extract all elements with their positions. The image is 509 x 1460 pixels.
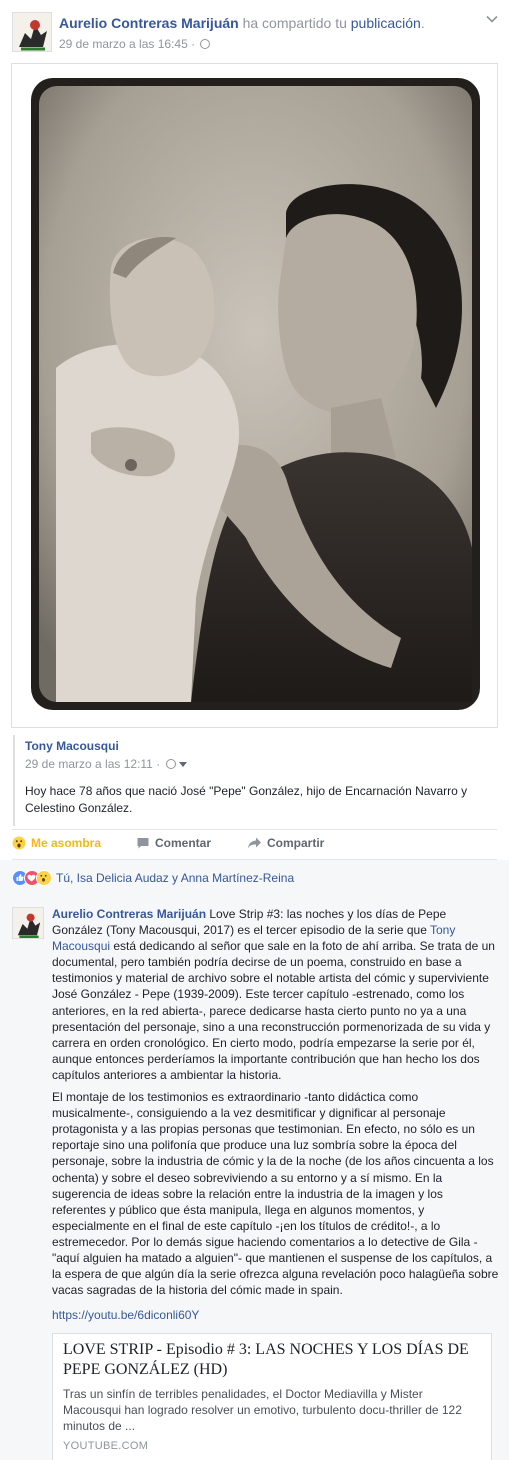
comment-paragraph: El montaje de los testimonios es extraor… — [52, 1090, 499, 1298]
link-preview-card[interactable]: LOVE STRIP - Episodio # 3: LAS NOCHES Y … — [52, 1333, 492, 1460]
original-post-meta: 29 de marzo a las 12:11 · — [25, 757, 187, 771]
link-card-description: Tras un sinfín de terribles penalidades,… — [63, 1387, 462, 1433]
link-card-title[interactable]: LOVE STRIP - Episodio # 3: LAS NOCHES Y … — [63, 1340, 483, 1380]
share-label: Compartir — [267, 836, 325, 850]
comment-icon — [137, 838, 149, 849]
chevron-down-icon[interactable] — [485, 12, 499, 26]
headline-end: . — [420, 15, 425, 31]
comment-button[interactable]: Comentar — [136, 836, 211, 850]
globe-icon[interactable] — [200, 39, 211, 49]
comment-paragraph: Aurelio Contreras Marijuán Love Strip #3… — [52, 906, 499, 1083]
publication-link[interactable]: publicación — [351, 15, 421, 31]
comment-label: Comentar — [155, 836, 212, 850]
reactions-names[interactable]: Tú, Isa Delicia Audaz y Anna Martínez-Re… — [56, 871, 294, 885]
link-card-domain: YOUTUBE.COM — [63, 1440, 149, 1452]
author-avatar[interactable] — [12, 12, 52, 52]
original-post-text: Hoy hace 78 años que nació José "Pepe" G… — [25, 784, 468, 815]
original-timestamp[interactable]: 29 de marzo a las 12:11 · — [25, 757, 160, 771]
original-author-link[interactable]: Tony Macousqui — [25, 739, 119, 753]
reaction-button[interactable]: Me asombra — [12, 836, 101, 850]
youtube-url-link[interactable]: https://youtu.be/6diconli60Y — [52, 1307, 499, 1323]
author-name-link[interactable]: Aurelio Contreras Marijuán — [59, 15, 239, 31]
post-timestamp[interactable]: 29 de marzo a las 16:45 · — [59, 37, 195, 51]
share-button[interactable]: Compartir — [247, 836, 324, 850]
comment-body: Aurelio Contreras Marijuán Love Strip #3… — [52, 906, 499, 1323]
caret-down-icon[interactable] — [178, 762, 187, 767]
quote-bar — [13, 735, 15, 826]
wow-reaction-icon — [36, 870, 52, 886]
post-meta: 29 de marzo a las 16:45 · — [59, 37, 211, 51]
share-icon — [248, 837, 261, 849]
comment-text: está dedicando al señor que sale en la f… — [52, 939, 495, 1082]
reaction-label: Me asombra — [31, 836, 102, 850]
share-headline: Aurelio Contreras Marijuán ha compartido… — [59, 14, 425, 32]
reactions-summary[interactable]: Tú, Isa Delicia Audaz y Anna Martínez-Re… — [12, 870, 294, 888]
commenter-name-link[interactable]: Aurelio Contreras Marijuán — [52, 907, 206, 921]
commenter-avatar[interactable] — [12, 907, 44, 939]
globe-icon[interactable] — [165, 759, 176, 769]
action-bar: Me asombra Comentar Compartir — [12, 830, 497, 858]
post-header: Aurelio Contreras Marijuán ha compartido… — [0, 0, 509, 58]
shared-photo-frame[interactable] — [11, 63, 498, 728]
share-action-text: ha compartido tu — [238, 15, 351, 31]
shared-photo[interactable] — [31, 78, 480, 710]
wow-icon — [12, 836, 26, 850]
